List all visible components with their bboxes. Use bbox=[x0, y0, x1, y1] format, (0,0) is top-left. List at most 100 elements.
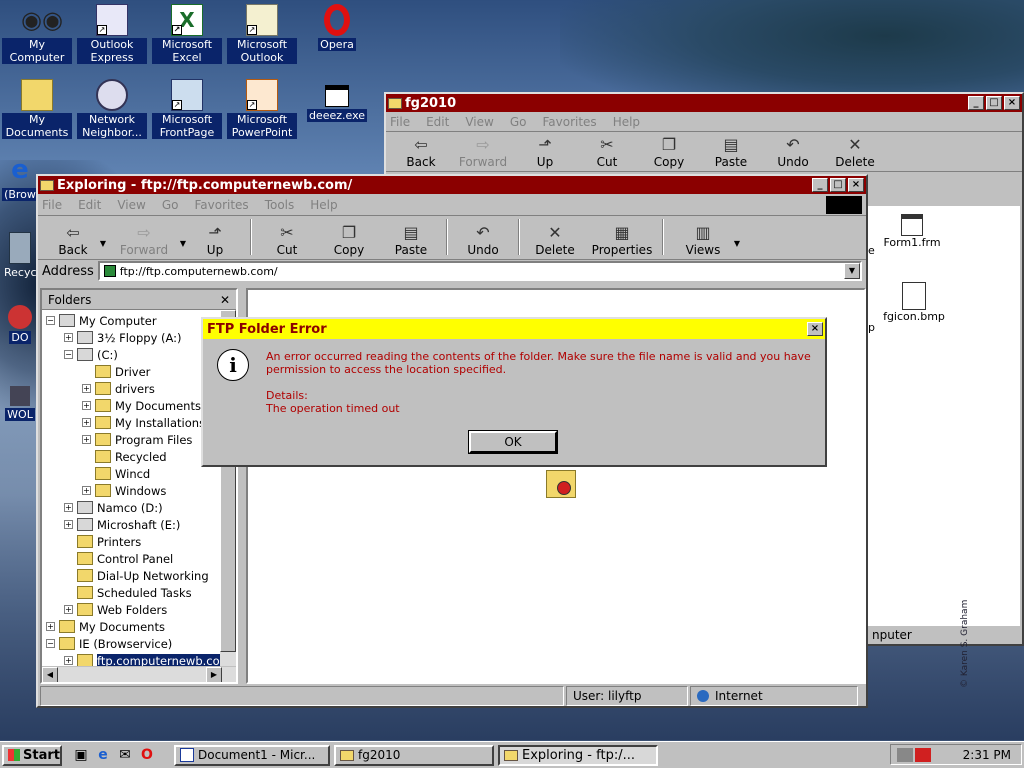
expand-icon[interactable]: + bbox=[82, 486, 91, 495]
menu-favorites[interactable]: Favorites bbox=[542, 115, 596, 129]
desktop-icon-microsoft-outlook[interactable]: ↗ Microsoft Outlook bbox=[227, 4, 297, 64]
address-input[interactable]: ftp://ftp.computernewb.com/ ▼ bbox=[97, 261, 862, 281]
expand-icon[interactable]: + bbox=[64, 333, 73, 342]
tree-item[interactable]: + Namco (D:) bbox=[42, 499, 236, 516]
horizontal-scrollbar[interactable]: ◀ ▶ bbox=[42, 666, 236, 682]
flash-tray-icon[interactable] bbox=[915, 747, 931, 762]
desktop-icon-opera[interactable]: Opera bbox=[302, 4, 372, 51]
desktop-icon-my-computer[interactable]: ◉◉ My Computer bbox=[2, 4, 72, 64]
back-button[interactable]: ⇦ Back bbox=[390, 135, 452, 171]
up-button[interactable]: ⬏ Up bbox=[184, 223, 246, 259]
desktop-icon-recycle-partial[interactable]: Recyc bbox=[2, 232, 38, 279]
menu-help[interactable]: Help bbox=[310, 198, 337, 212]
task-exploring[interactable]: Exploring - ftp:/... bbox=[498, 744, 658, 766]
tree-item[interactable]: Scheduled Tasks bbox=[42, 584, 236, 601]
desktop-icon-do-partial[interactable]: DO bbox=[2, 305, 38, 344]
forward-button[interactable]: ⇨ Forward bbox=[452, 135, 514, 171]
desktop-icon-network-neighborhood[interactable]: Network Neighbor... bbox=[77, 79, 147, 139]
close-button[interactable]: × bbox=[1004, 96, 1020, 110]
show-desktop-icon[interactable]: ▣ bbox=[72, 746, 90, 764]
tree-item[interactable]: + Windows bbox=[42, 482, 236, 499]
menu-file[interactable]: File bbox=[42, 198, 62, 212]
tree-item[interactable]: Printers bbox=[42, 533, 236, 550]
views-button[interactable]: ▥ Views ▼ bbox=[668, 223, 740, 259]
tree-item[interactable]: Dial-Up Networking bbox=[42, 567, 236, 584]
collapse-icon[interactable]: − bbox=[64, 350, 73, 359]
network-tray-icon[interactable] bbox=[897, 747, 913, 762]
back-button[interactable]: ⇦ Back ▼ bbox=[42, 223, 106, 259]
task-document1[interactable]: Document1 - Micr... bbox=[174, 744, 330, 766]
undo-button[interactable]: ↶ Undo bbox=[452, 223, 514, 259]
tree-item[interactable]: − IE (Browservice) bbox=[42, 635, 236, 652]
expand-icon[interactable]: + bbox=[46, 622, 55, 631]
exploring-titlebar[interactable]: Exploring - ftp://ftp.computernewb.com/ … bbox=[38, 176, 866, 194]
maximize-button[interactable]: □ bbox=[986, 96, 1002, 110]
desktop-icon-wol-partial[interactable]: WOL bbox=[2, 386, 38, 421]
address-dropdown-button[interactable]: ▼ bbox=[844, 263, 860, 279]
start-button[interactable]: Start bbox=[2, 744, 62, 766]
menu-edit[interactable]: Edit bbox=[426, 115, 449, 129]
desktop-icon-browservice-partial[interactable]: e (Brow bbox=[2, 154, 38, 201]
expand-icon[interactable]: + bbox=[64, 605, 73, 614]
desktop-icon-microsoft-excel[interactable]: X ↗ Microsoft Excel bbox=[152, 4, 222, 64]
menu-file[interactable]: File bbox=[390, 115, 410, 129]
menu-go[interactable]: Go bbox=[162, 198, 179, 212]
task-fg2010[interactable]: fg2010 bbox=[334, 744, 494, 766]
clock[interactable]: 2:31 PM bbox=[963, 748, 1011, 762]
scroll-right-arrow[interactable]: ▶ bbox=[206, 667, 222, 682]
close-button[interactable]: × bbox=[807, 322, 823, 336]
menu-view[interactable]: View bbox=[117, 198, 145, 212]
file-item-form1[interactable]: Form1.frm bbox=[882, 214, 942, 249]
paste-button[interactable]: ▤ Paste bbox=[380, 223, 442, 259]
expand-icon[interactable]: + bbox=[82, 384, 91, 393]
tree-item[interactable]: Control Panel bbox=[42, 550, 236, 567]
expand-icon[interactable]: + bbox=[82, 435, 91, 444]
menu-view[interactable]: View bbox=[465, 115, 493, 129]
file-item-fgicon[interactable]: fgicon.bmp bbox=[882, 282, 946, 323]
desktop-icon-deeez-exe[interactable]: deeez.exe bbox=[302, 79, 372, 122]
copy-button[interactable]: ❐ Copy bbox=[638, 135, 700, 171]
ftp-error-dialog[interactable]: FTP Folder Error × i An error occurred r… bbox=[201, 317, 827, 467]
tree-item[interactable]: + My Documents bbox=[42, 618, 236, 635]
copy-button[interactable]: ❐ Copy bbox=[318, 223, 380, 259]
expand-icon[interactable]: + bbox=[64, 520, 73, 529]
maximize-button[interactable]: □ bbox=[830, 178, 846, 192]
menu-edit[interactable]: Edit bbox=[78, 198, 101, 212]
forward-button[interactable]: ⇨ Forward ▼ bbox=[104, 223, 186, 259]
menu-help[interactable]: Help bbox=[613, 115, 640, 129]
expand-icon[interactable]: + bbox=[82, 418, 91, 427]
close-folders-icon[interactable]: ✕ bbox=[220, 293, 230, 307]
menu-go[interactable]: Go bbox=[510, 115, 527, 129]
cut-button[interactable]: ✂ Cut bbox=[576, 135, 638, 171]
undo-button[interactable]: ↶ Undo bbox=[762, 135, 824, 171]
expand-icon[interactable]: + bbox=[64, 503, 73, 512]
collapse-icon[interactable]: − bbox=[46, 316, 55, 325]
close-button[interactable]: × bbox=[848, 178, 864, 192]
ok-button[interactable]: OK bbox=[468, 430, 558, 454]
dialog-titlebar[interactable]: FTP Folder Error × bbox=[203, 319, 825, 339]
outlook-express-icon[interactable]: ✉ bbox=[116, 746, 134, 764]
menu-favorites[interactable]: Favorites bbox=[194, 198, 248, 212]
paste-button[interactable]: ▤ Paste bbox=[700, 135, 762, 171]
chevron-down-icon[interactable]: ▼ bbox=[734, 239, 740, 248]
desktop-icon-microsoft-powerpoint[interactable]: ↗ Microsoft PowerPoint bbox=[227, 79, 297, 139]
desktop-icon-microsoft-frontpage[interactable]: ↗ Microsoft FrontPage bbox=[152, 79, 222, 139]
up-button[interactable]: ⬏ Up bbox=[514, 135, 576, 171]
opera-icon[interactable]: O bbox=[138, 746, 156, 764]
cut-button[interactable]: ✂ Cut bbox=[256, 223, 318, 259]
menu-tools[interactable]: Tools bbox=[265, 198, 295, 212]
tree-item[interactable]: + Microshaft (E:) bbox=[42, 516, 236, 533]
minimize-button[interactable]: _ bbox=[812, 178, 828, 192]
expand-icon[interactable]: + bbox=[64, 656, 73, 665]
desktop-icon-my-documents[interactable]: My Documents bbox=[2, 79, 72, 139]
properties-button[interactable]: ▦ Properties bbox=[586, 223, 658, 259]
collapse-icon[interactable]: − bbox=[46, 639, 55, 648]
delete-button[interactable]: ✕ Delete bbox=[824, 135, 886, 171]
scroll-left-arrow[interactable]: ◀ bbox=[42, 667, 58, 682]
fg2010-titlebar[interactable]: fg2010 _ □ × bbox=[386, 94, 1022, 112]
tree-item[interactable]: + Web Folders bbox=[42, 601, 236, 618]
expand-icon[interactable]: + bbox=[82, 401, 91, 410]
delete-button[interactable]: ✕ Delete bbox=[524, 223, 586, 259]
minimize-button[interactable]: _ bbox=[968, 96, 984, 110]
tree-item[interactable]: Wincd bbox=[42, 465, 236, 482]
